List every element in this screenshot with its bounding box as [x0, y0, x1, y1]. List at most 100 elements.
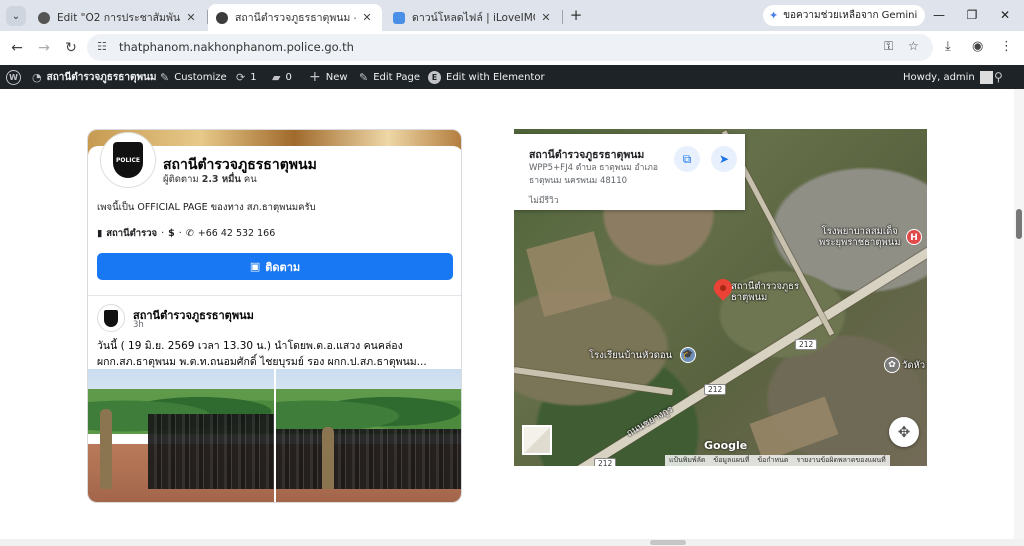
close-icon[interactable]: ✕ [360, 11, 374, 24]
post-author-avatar[interactable] [97, 304, 125, 332]
minimize-icon: — [933, 8, 945, 22]
post-timestamp[interactable]: 3h [133, 320, 144, 330]
download-icon[interactable]: ⤓ [945, 39, 951, 54]
site-info-icon[interactable]: ☷ [97, 40, 107, 53]
reload-button[interactable]: ↻ [60, 37, 82, 59]
facebook-follow-button[interactable]: ▣ ติดตาม [97, 253, 453, 280]
external-link-icon: ⧉ [682, 152, 692, 166]
new-content-link[interactable]: + New [309, 65, 348, 89]
bookmark-star-icon[interactable]: ☆ [908, 39, 919, 53]
close-icon: ✕ [999, 8, 1011, 22]
restore-button[interactable]: ❐ [957, 4, 987, 26]
google-map[interactable]: โรงพยาบาลสมเด็จ พระยุพราชธาตุพนม H สถานี… [514, 129, 927, 466]
temple-icon[interactable]: ✿ [884, 357, 900, 373]
scrollbar-thumb[interactable] [650, 540, 686, 545]
post-photo[interactable] [88, 369, 274, 502]
close-icon[interactable]: ✕ [539, 11, 553, 24]
keyboard-shortcuts-link[interactable]: แป้นพิมพ์ลัด [665, 455, 709, 466]
updates-link[interactable]: ⟳ 1 [236, 65, 257, 89]
wp-logo-button[interactable]: W [6, 65, 21, 89]
tab-title: Edit "O2 การประชาสัมพันธ์ข้อมูลข่าว [57, 12, 180, 24]
browser-tab-strip: ⌄ Edit "O2 การประชาสัมพันธ์ข้อมูลข่าว ✕ … [0, 0, 1024, 31]
facebook-page-logo[interactable]: POLICE [100, 132, 156, 188]
scrollbar-thumb[interactable] [1016, 209, 1022, 239]
map-place-card: สถานีตำรวจภูธรธาตุพนม WPP5+FJ4 ตำบล ธาตุ… [514, 134, 745, 210]
gemini-button[interactable]: ✦ ขอความช่วยเหลือจาก Gemini [763, 5, 926, 26]
map-data-link[interactable]: ข้อมูลแผนที่ [709, 455, 753, 466]
tab-title: ดาวน์โหลดไฟล์ | iLoveIMG [412, 12, 535, 24]
admin-search-button[interactable]: ⚲ [994, 65, 1008, 89]
post-photo[interactable] [276, 369, 461, 502]
phone-icon: ✆ [185, 228, 194, 239]
horizontal-scrollbar[interactable] [0, 539, 1024, 546]
vertical-scrollbar[interactable] [1014, 89, 1024, 539]
followers-suffix: คน [240, 174, 257, 185]
tab-search-button[interactable]: ⌄ [6, 6, 26, 26]
customize-label: Customize [174, 71, 227, 83]
forward-button[interactable]: → [33, 37, 55, 59]
divider [88, 295, 461, 296]
route-shield: 212 [594, 458, 617, 466]
elementor-icon: E [428, 70, 441, 84]
new-tab-button[interactable]: + [566, 6, 586, 26]
window-close-button[interactable]: ✕ [990, 4, 1020, 26]
account-menu[interactable]: Howdy, admin [903, 65, 993, 89]
profile-icon[interactable]: ◉ [972, 39, 983, 54]
school-icon[interactable]: 🎓 [680, 347, 696, 363]
chevron-down-icon: ⌄ [11, 10, 21, 22]
edit-elementor-label: Edit with Elementor [446, 71, 545, 83]
restore-icon: ❐ [966, 8, 978, 22]
hospital-label[interactable]: โรงพยาบาลสมเด็จ พระยุพราชธาตุพนม [819, 226, 901, 248]
temple-label[interactable]: วัดหัว [902, 358, 925, 373]
url-text[interactable]: thatphanom.nakhonphanom.police.go.th [119, 40, 354, 54]
plus-icon: + [309, 69, 321, 85]
avatar [979, 70, 993, 84]
google-logo: Google [704, 439, 748, 452]
site-name-link[interactable]: ◔ สถานีตำรวจภูธรธาตุพนม [32, 65, 156, 89]
menu-kebab-icon[interactable]: ⋮ [1000, 39, 1013, 54]
post-author-name[interactable]: สถานีตำรวจภูธรธาตุพนม [133, 306, 254, 324]
address-bar[interactable]: ☷ thatphanom.nakhonphanom.police.go.th ⚿… [87, 34, 933, 61]
edit-page-link[interactable]: ✎ Edit Page [359, 65, 420, 89]
facebook-page-widget: POLICE สถานีตำรวจภูธรธาตุพนม ผู้ติดตาม 2… [87, 129, 462, 503]
page-category: สถานีตำรวจ [106, 228, 158, 239]
post-text-line: วันนี้ ( 19 มิ.ย. 2569 เวลา 13.30 น.) นำ… [97, 340, 403, 352]
pencil-icon: ✎ [359, 70, 369, 84]
police-station-label[interactable]: สถานีตำรวจภูธร ธาตุพนม [731, 281, 799, 303]
customize-link[interactable]: ✎ Customize [160, 65, 227, 89]
report-error-link[interactable]: รายงานข้อผิดพลาดของแผนที่ [792, 455, 889, 466]
follow-label: ติดตาม [265, 260, 301, 274]
post-text-line: ผกก.สภ.ธาตุพนม พ.ต.ท.ถนอมศักดิ์ ไชยบุรมย… [97, 356, 427, 368]
open-in-maps-button[interactable]: ⧉ [674, 146, 700, 172]
route-shield: 212 [704, 384, 727, 395]
favicon-icon [216, 11, 228, 24]
close-icon[interactable]: ✕ [184, 11, 198, 24]
edit-elementor-link[interactable]: E Edit with Elementor [428, 65, 545, 89]
back-button[interactable]: ← [6, 37, 28, 59]
favicon-icon [393, 11, 405, 24]
arrow-right-icon: → [38, 40, 50, 56]
facebook-page-description: เพจนี้เป็น OFFICIAL PAGE ของทาง สภ.ธาตุพ… [97, 202, 316, 213]
police-badge-icon [104, 309, 118, 327]
favicon-icon [38, 11, 50, 24]
browser-tab-iloveimg[interactable]: ดาวน์โหลดไฟล์ | iLoveIMG ✕ [385, 4, 561, 31]
followers-count: 2.3 หมื่น [201, 174, 241, 185]
map-type-toggle[interactable] [522, 425, 552, 455]
terms-link[interactable]: ข้อกำหนด [753, 455, 792, 466]
edit-page-label: Edit Page [373, 71, 420, 83]
comments-link[interactable]: ▰ 0 [272, 65, 292, 89]
map-camera-control[interactable]: ✥ [889, 417, 919, 447]
school-label[interactable]: โรงเรียนบ้านหัวดอน [589, 348, 672, 363]
hospital-icon[interactable]: H [906, 229, 922, 245]
howdy-label: Howdy, admin [903, 71, 975, 83]
comments-count: 0 [285, 71, 292, 83]
facebook-follow-icon: ▣ [249, 260, 261, 273]
directions-button[interactable]: ➤ [711, 146, 737, 172]
minimize-button[interactable]: — [924, 4, 954, 26]
pan-arrows-icon: ✥ [897, 423, 911, 441]
browser-tab-police-station[interactable]: สถานีตำรวจภูธรธาตุพนม – สำนักงาน ✕ [208, 4, 382, 31]
place-reviews[interactable]: ไม่มีรีวิว [529, 193, 559, 207]
browser-toolbar: ← → ↻ ☷ thatphanom.nakhonphanom.police.g… [0, 31, 1024, 65]
browser-tab-edit[interactable]: Edit "O2 การประชาสัมพันธ์ข้อมูลข่าว ✕ [30, 4, 206, 31]
password-key-icon[interactable]: ⚿ [884, 39, 893, 54]
